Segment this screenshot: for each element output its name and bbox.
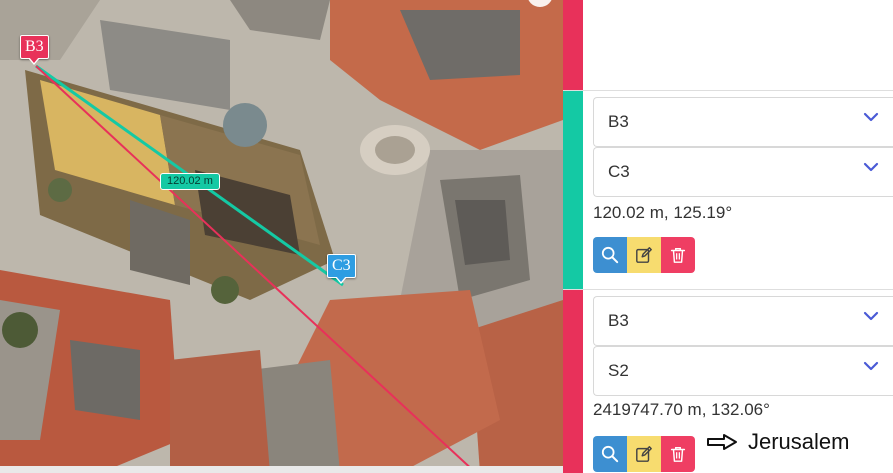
delete-button[interactable] (661, 436, 695, 472)
measurement-result: 120.02 m, 125.19° (593, 203, 733, 222)
edit-icon (636, 247, 652, 263)
chevron-down-icon (863, 361, 879, 371)
annotation-text: Jerusalem (748, 429, 850, 454)
to-point-select[interactable]: S2 (593, 346, 893, 396)
delete-button[interactable] (661, 237, 695, 273)
edit-button[interactable] (627, 237, 661, 273)
measurement-group-empty (563, 0, 893, 91)
zoom-to-button[interactable] (593, 436, 627, 472)
select-value: S2 (608, 361, 629, 380)
color-bar (563, 91, 583, 289)
trash-icon (670, 247, 686, 263)
map-bottom-strip (0, 466, 563, 473)
edit-icon (636, 446, 652, 462)
distance-label: 120.02 m (160, 173, 220, 190)
map-marker-c3[interactable]: C3 (327, 254, 356, 284)
to-point-select[interactable]: C3 (593, 147, 893, 197)
arrow-right-icon (707, 434, 737, 450)
chevron-down-icon (863, 311, 879, 321)
select-value: B3 (608, 112, 629, 131)
color-bar (563, 290, 583, 473)
from-point-select[interactable]: B3 (593, 97, 893, 147)
edit-button[interactable] (627, 436, 661, 472)
measurement-group: B3 C3 120.02 m, 125.19° (563, 91, 893, 290)
select-value: C3 (608, 162, 630, 181)
chevron-down-icon (863, 162, 879, 172)
map-imagery (0, 0, 563, 473)
map-marker-b3[interactable]: B3 (20, 35, 49, 65)
measurement-panel: B3 C3 120.02 m, 125.19° B3 S2 2419747.70… (563, 0, 893, 473)
search-icon (601, 246, 619, 264)
color-bar (563, 0, 583, 90)
select-value: B3 (608, 311, 629, 330)
search-icon (601, 445, 619, 463)
zoom-to-button[interactable] (593, 237, 627, 273)
annotation: Jerusalem (706, 427, 849, 457)
satellite-map[interactable]: B3 C3 120.02 m (0, 0, 563, 473)
chevron-down-icon (863, 112, 879, 122)
from-point-select[interactable]: B3 (593, 296, 893, 346)
measurement-result: 2419747.70 m, 132.06° (593, 400, 770, 419)
trash-icon (670, 446, 686, 462)
